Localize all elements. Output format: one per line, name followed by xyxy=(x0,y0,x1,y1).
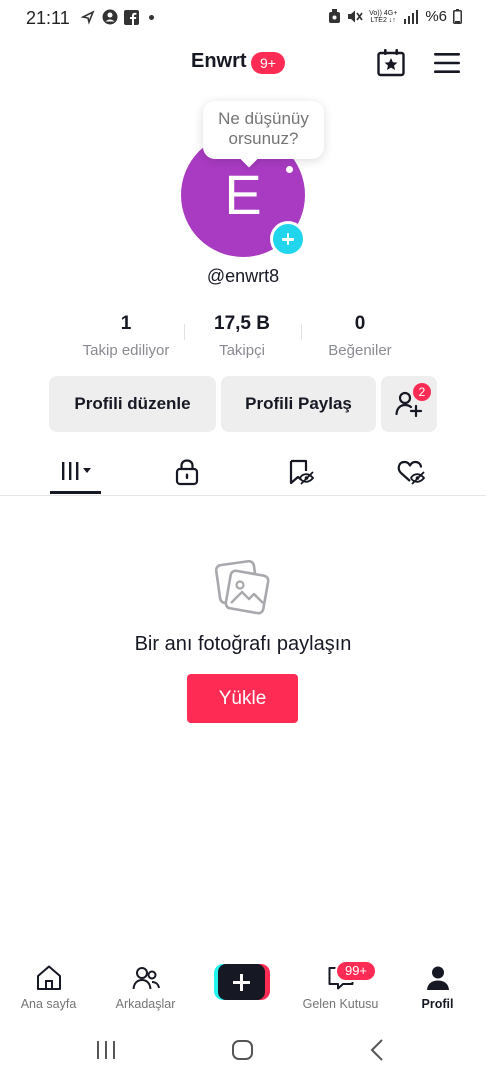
photo-stack-icon xyxy=(214,559,270,615)
tab-liked[interactable] xyxy=(352,450,472,496)
avatar-dot xyxy=(286,166,293,173)
alarm-icon xyxy=(329,9,341,23)
nav-label-home: Ana sayfa xyxy=(20,997,77,1011)
home-button-icon[interactable] xyxy=(229,1036,257,1064)
nav-home[interactable]: Ana sayfa xyxy=(0,955,97,1015)
stat-value: 17,5 B xyxy=(214,313,270,334)
system-nav-bar xyxy=(0,1030,486,1070)
notification-badge: 9+ xyxy=(251,52,285,74)
tab-reposts[interactable] xyxy=(240,450,360,496)
tab-videos[interactable] xyxy=(16,450,136,496)
stat-following[interactable]: 1 Takip ediliyor xyxy=(70,312,182,359)
add-photo-plus-icon[interactable] xyxy=(270,221,306,257)
back-icon[interactable] xyxy=(364,1036,392,1064)
recent-apps-icon[interactable] xyxy=(92,1036,120,1064)
stat-value: 0 xyxy=(354,313,366,334)
stat-value: 1 xyxy=(120,313,132,334)
network-top-text: Vo)) 4G+ xyxy=(369,9,398,17)
battery-text: %6 xyxy=(425,8,447,25)
upload-button[interactable]: Yükle xyxy=(187,674,298,723)
lock-icon xyxy=(175,459,199,486)
add-friends-button[interactable] xyxy=(381,376,437,432)
nav-label-inbox: Gelen Kutusu xyxy=(302,997,379,1011)
stat-label: Takip ediliyor xyxy=(82,342,170,359)
stat-divider xyxy=(301,324,302,340)
empty-state-title: Bir anı fotoğrafı paylaşın xyxy=(134,633,352,655)
friends-badge: 2 xyxy=(413,383,431,401)
friends-icon xyxy=(132,967,160,990)
facebook-icon xyxy=(124,9,139,25)
create-button[interactable] xyxy=(214,964,270,1000)
status-bar: 21:11 Vo)) 4G+ LTE2 ↓↑ %6 xyxy=(0,0,486,36)
nav-profile[interactable]: Profil xyxy=(389,955,486,1015)
edit-profile-button[interactable]: Profili düzenle xyxy=(49,376,216,432)
stat-followers[interactable]: 17,5 B Takipçi xyxy=(186,312,298,359)
tab-private[interactable] xyxy=(128,450,248,496)
stat-divider xyxy=(184,324,185,340)
bubble-line-1: Ne düşünüy xyxy=(218,109,309,128)
profile-header: Enwrt 9+ xyxy=(0,44,486,84)
account-icon xyxy=(102,9,118,25)
inbox-badge: 99+ xyxy=(335,960,377,982)
username: @enwrt8 xyxy=(206,266,280,286)
dot-icon xyxy=(149,14,154,20)
create-plus-v xyxy=(240,973,243,991)
status-time: 21:11 xyxy=(26,8,70,28)
hamburger-menu-icon[interactable] xyxy=(433,50,461,76)
battery-icon xyxy=(453,9,462,24)
network-indicator: Vo)) 4G+ LTE2 ↓↑ xyxy=(369,10,397,24)
signal-icon xyxy=(404,9,419,24)
network-bottom-text: LTE2 ↓↑ xyxy=(370,16,396,24)
share-profile-button[interactable]: Profili Paylaş xyxy=(221,376,376,432)
profile-icon xyxy=(427,966,449,990)
profile-tabs xyxy=(0,450,486,496)
mute-icon xyxy=(348,10,363,23)
status-bubble[interactable]: Ne düşünüy orsunuz? xyxy=(203,101,324,159)
stat-label: Takipçi xyxy=(219,342,265,359)
nav-friends[interactable]: Arkadaşlar xyxy=(97,955,194,1015)
account-switcher-title[interactable]: Enwrt xyxy=(191,50,247,73)
grid-columns-icon xyxy=(62,462,91,480)
eye-slash-heart-icon xyxy=(397,460,426,485)
eye-slash-bookmark-icon xyxy=(289,459,315,485)
bubble-line-2: orsunuz? xyxy=(228,129,299,148)
status-left-icons xyxy=(80,9,154,25)
stat-likes[interactable]: 0 Beğeniler xyxy=(304,312,416,359)
nav-label-profile: Profil xyxy=(421,997,454,1011)
active-tab-indicator xyxy=(50,491,101,494)
calendar-star-icon[interactable] xyxy=(376,48,406,78)
location-icon xyxy=(80,10,95,25)
nav-label-friends: Arkadaşlar xyxy=(115,997,176,1011)
stat-label: Beğeniler xyxy=(328,342,392,359)
home-icon xyxy=(37,965,61,990)
status-right-icons: Vo)) 4G+ LTE2 ↓↑ %6 xyxy=(328,8,462,25)
